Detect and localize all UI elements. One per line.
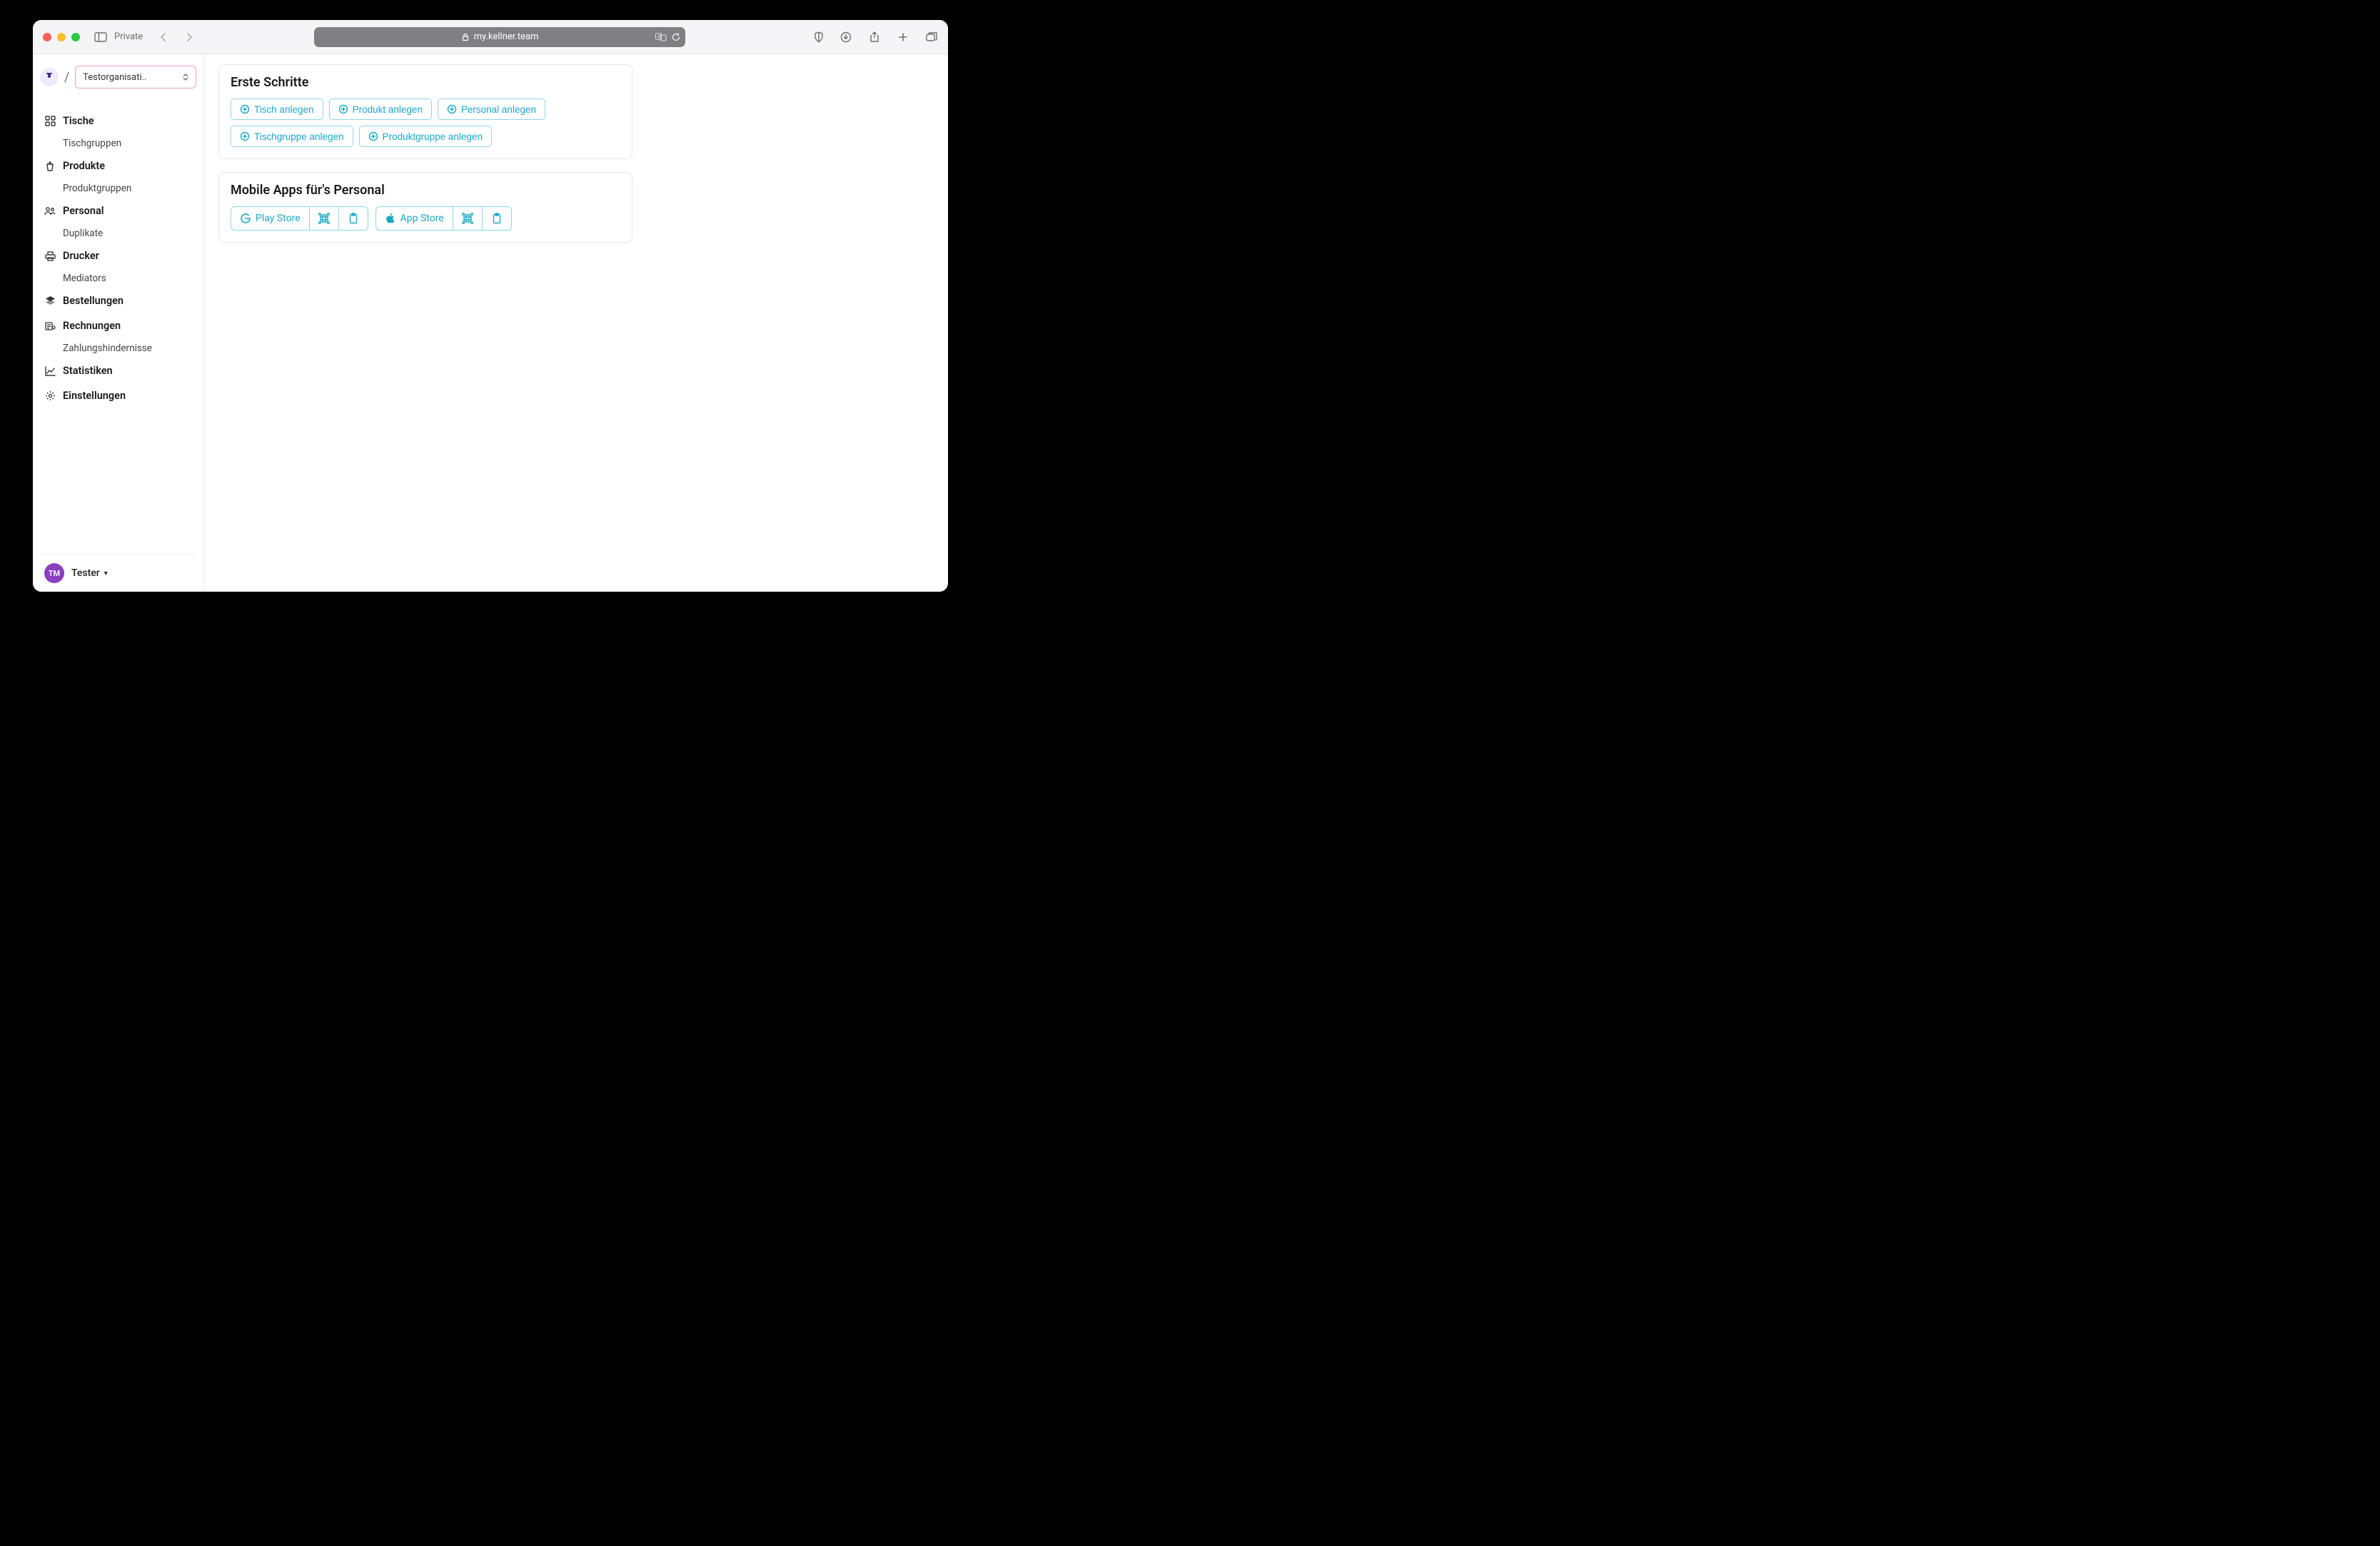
create-produkt-button[interactable]: Produkt anlegen — [329, 98, 432, 120]
button-label: Produkt anlegen — [353, 104, 423, 115]
breadcrumb-separator: / — [64, 70, 69, 85]
cup-icon — [44, 161, 56, 172]
nav-item-label: Rechnungen — [63, 320, 121, 332]
browser-window: Private my.kellner.team A — [33, 20, 948, 592]
button-label: App Store — [400, 213, 444, 224]
translate-icon[interactable]: A — [655, 33, 667, 41]
plus-circle-icon — [338, 104, 348, 114]
printer-icon — [44, 251, 56, 262]
gear-icon — [44, 390, 56, 402]
create-tischgruppe-button[interactable]: Tischgruppe anlegen — [231, 126, 353, 147]
svg-text:A: A — [657, 34, 660, 39]
button-label: Tisch anlegen — [254, 104, 314, 115]
nav-sub-zahlungshindernisse[interactable]: Zahlungshindernisse — [40, 338, 196, 358]
plus-circle-icon — [240, 104, 250, 114]
clipboard-icon — [491, 213, 503, 224]
nav-item-einstellungen[interactable]: Einstellungen — [40, 383, 196, 408]
app-store-qr-button[interactable] — [453, 207, 482, 230]
share-icon[interactable] — [868, 31, 881, 44]
nav-item-label: Tische — [63, 115, 94, 127]
receipt-icon — [44, 320, 56, 332]
app-logo[interactable] — [40, 68, 59, 86]
org-select[interactable]: Testorganisati.. — [75, 66, 196, 89]
caret-down-icon: ▼ — [103, 570, 109, 577]
google-icon — [240, 213, 251, 224]
nav-item-drucker[interactable]: Drucker — [40, 243, 196, 268]
nav-item-bestellungen[interactable]: Bestellungen — [40, 288, 196, 313]
forward-button[interactable] — [183, 31, 196, 44]
play-store-qr-button[interactable] — [309, 207, 338, 230]
back-button[interactable] — [157, 31, 170, 44]
clipboard-icon — [348, 213, 359, 224]
user-name: Tester — [71, 567, 100, 579]
app-store-group: App Store — [375, 206, 512, 231]
plus-circle-icon — [447, 104, 457, 114]
button-label: Play Store — [256, 213, 301, 224]
new-tab-icon[interactable] — [897, 31, 909, 44]
lock-icon — [461, 33, 470, 41]
main-content: Erste Schritte Tisch anlegen Produkt anl… — [204, 54, 948, 592]
nav-sub-mediators[interactable]: Mediators — [40, 268, 196, 288]
button-label: Personal anlegen — [461, 104, 536, 115]
browser-titlebar: Private my.kellner.team A — [33, 20, 948, 54]
button-label: Tischgruppe anlegen — [254, 131, 344, 142]
app-store-copy-button[interactable] — [482, 207, 511, 230]
traffic-lights — [43, 33, 80, 41]
qr-icon — [318, 213, 330, 224]
people-icon — [44, 206, 56, 217]
plus-circle-icon — [240, 131, 250, 141]
nav-item-tische[interactable]: Tische — [40, 108, 196, 133]
org-select-value: Testorganisati.. — [83, 72, 146, 83]
nav-item-label: Produkte — [63, 160, 105, 172]
user-menu[interactable]: Tester ▼ — [71, 567, 109, 579]
address-bar-url: my.kellner.team — [474, 31, 539, 42]
play-store-group: Play Store — [231, 206, 368, 231]
grid-icon — [44, 116, 56, 127]
play-store-button[interactable]: Play Store — [231, 207, 309, 230]
nav-item-statistiken[interactable]: Statistiken — [40, 358, 196, 383]
mobile-apps-title: Mobile Apps für's Personal — [231, 183, 620, 198]
chart-icon — [44, 365, 56, 377]
address-bar[interactable]: my.kellner.team A — [314, 27, 685, 47]
nav-item-label: Statistiken — [63, 365, 113, 377]
play-store-copy-button[interactable] — [338, 207, 368, 230]
nav-item-label: Personal — [63, 205, 104, 217]
nav-item-label: Drucker — [63, 250, 99, 262]
nav-sub-duplikate[interactable]: Duplikate — [40, 223, 196, 243]
window-maximize-button[interactable] — [71, 33, 80, 41]
shield-icon[interactable] — [812, 31, 825, 44]
window-minimize-button[interactable] — [57, 33, 66, 41]
chevron-up-down-icon — [183, 74, 188, 81]
nav-sub-tischgruppen[interactable]: Tischgruppen — [40, 133, 196, 153]
apple-icon — [385, 213, 396, 224]
button-label: Produktgruppe anlegen — [383, 131, 483, 142]
nav-item-label: Einstellungen — [63, 390, 126, 402]
mobile-apps-card: Mobile Apps für's Personal Play Store — [218, 172, 632, 243]
nav-item-rechnungen[interactable]: Rechnungen — [40, 313, 196, 338]
tabs-overview-icon[interactable] — [925, 31, 938, 44]
nav-sub-produktgruppen[interactable]: Produktgruppen — [40, 178, 196, 198]
sidebar-toggle-icon[interactable] — [94, 31, 107, 44]
first-steps-title: Erste Schritte — [231, 75, 620, 90]
private-mode-label: Private — [114, 31, 143, 42]
nav-item-label: Bestellungen — [63, 295, 123, 307]
user-avatar[interactable]: TM — [44, 563, 64, 583]
nav: Tische Tischgruppen Produkte Produktgrup… — [40, 108, 196, 408]
nav-item-produkte[interactable]: Produkte — [40, 153, 196, 178]
reload-icon[interactable] — [671, 32, 681, 42]
stack-icon — [44, 295, 56, 307]
create-produktgruppe-button[interactable]: Produktgruppe anlegen — [359, 126, 492, 147]
first-steps-card: Erste Schritte Tisch anlegen Produkt anl… — [218, 64, 632, 159]
window-close-button[interactable] — [43, 33, 51, 41]
qr-icon — [462, 213, 473, 224]
app-store-button[interactable]: App Store — [376, 207, 453, 230]
downloads-icon[interactable] — [839, 31, 852, 44]
create-tisch-button[interactable]: Tisch anlegen — [231, 98, 323, 120]
create-personal-button[interactable]: Personal anlegen — [438, 98, 545, 120]
app-sidebar: / Testorganisati.. Tische Tischgruppen — [33, 54, 204, 592]
nav-item-personal[interactable]: Personal — [40, 198, 196, 223]
plus-circle-icon — [368, 131, 378, 141]
